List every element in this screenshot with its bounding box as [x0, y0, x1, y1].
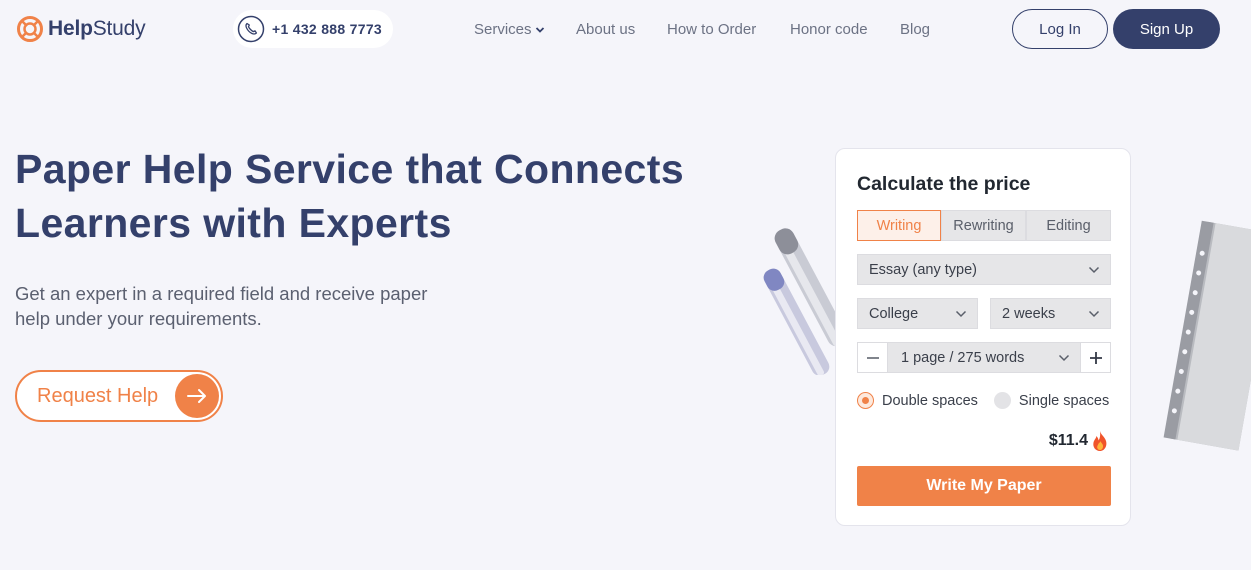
nav-item-about[interactable]: About us	[576, 21, 635, 38]
plus-icon	[1089, 351, 1102, 364]
paper-type-value: Essay (any type)	[869, 261, 977, 278]
tab-editing[interactable]: Editing	[1026, 210, 1111, 241]
pages-stepper: 1 page / 275 words	[857, 342, 1111, 373]
price-calculator: Calculate the price Writing Rewriting Ed…	[835, 148, 1131, 526]
radio-indicator-off	[993, 392, 1011, 409]
price-display: $11.4	[1049, 430, 1110, 452]
radio-label: Single spaces	[1018, 392, 1110, 409]
price-value: $11.4	[1048, 432, 1088, 449]
signup-button[interactable]: Sign Up	[1113, 9, 1220, 49]
deadline-select[interactable]: 2 weeks	[990, 298, 1111, 329]
binder-image	[1163, 220, 1251, 451]
radio-indicator-on	[857, 392, 874, 409]
academic-level-select[interactable]: College	[857, 298, 978, 329]
chevron-down-icon	[1058, 354, 1070, 362]
hero-subtitle: Get an expert in a required field and re…	[15, 283, 428, 329]
arrow-right-icon	[175, 374, 219, 418]
request-help-label: Request Help	[37, 384, 159, 407]
tab-writing[interactable]: Writing	[857, 210, 941, 241]
increase-pages-button[interactable]	[1080, 342, 1111, 373]
nav-item-honor-code[interactable]: Honor code	[790, 21, 868, 38]
paper-type-select[interactable]: Essay (any type)	[857, 254, 1111, 285]
deadline-value: 2 weeks	[1002, 305, 1056, 322]
tab-rewriting[interactable]: Rewriting	[941, 210, 1026, 241]
spacing-options: Double spaces Single spaces	[857, 392, 1109, 409]
chevron-down-icon	[1088, 266, 1100, 274]
minus-icon	[866, 356, 879, 359]
service-tabs: Writing Rewriting Editing	[857, 210, 1111, 241]
nav-item-blog[interactable]: Blog	[900, 21, 930, 38]
nav-item-services[interactable]: Services	[474, 21, 545, 38]
radio-label: Double spaces	[882, 392, 978, 409]
nav-item-how-to-order[interactable]: How to Order	[667, 21, 756, 38]
calculator-title: Calculate the price	[857, 173, 1031, 195]
chevron-down-icon	[1088, 310, 1100, 318]
decrease-pages-button[interactable]	[857, 342, 888, 373]
pages-value: 1 page / 275 words	[901, 349, 1025, 366]
login-button[interactable]: Log In	[1012, 9, 1108, 49]
chevron-down-icon	[535, 27, 544, 33]
radio-double-spaces[interactable]: Double spaces	[857, 392, 978, 409]
academic-level-value: College	[869, 305, 919, 322]
radio-single-spaces[interactable]: Single spaces	[993, 392, 1110, 409]
fire-icon	[1093, 431, 1107, 451]
pages-select[interactable]: 1 page / 275 words	[888, 342, 1080, 373]
request-help-button[interactable]: Request Help	[15, 370, 223, 422]
write-my-paper-button[interactable]: Write My Paper	[857, 466, 1111, 506]
chevron-down-icon	[955, 310, 967, 318]
hero-title: Paper Help Service that Connects Learner…	[15, 146, 685, 246]
